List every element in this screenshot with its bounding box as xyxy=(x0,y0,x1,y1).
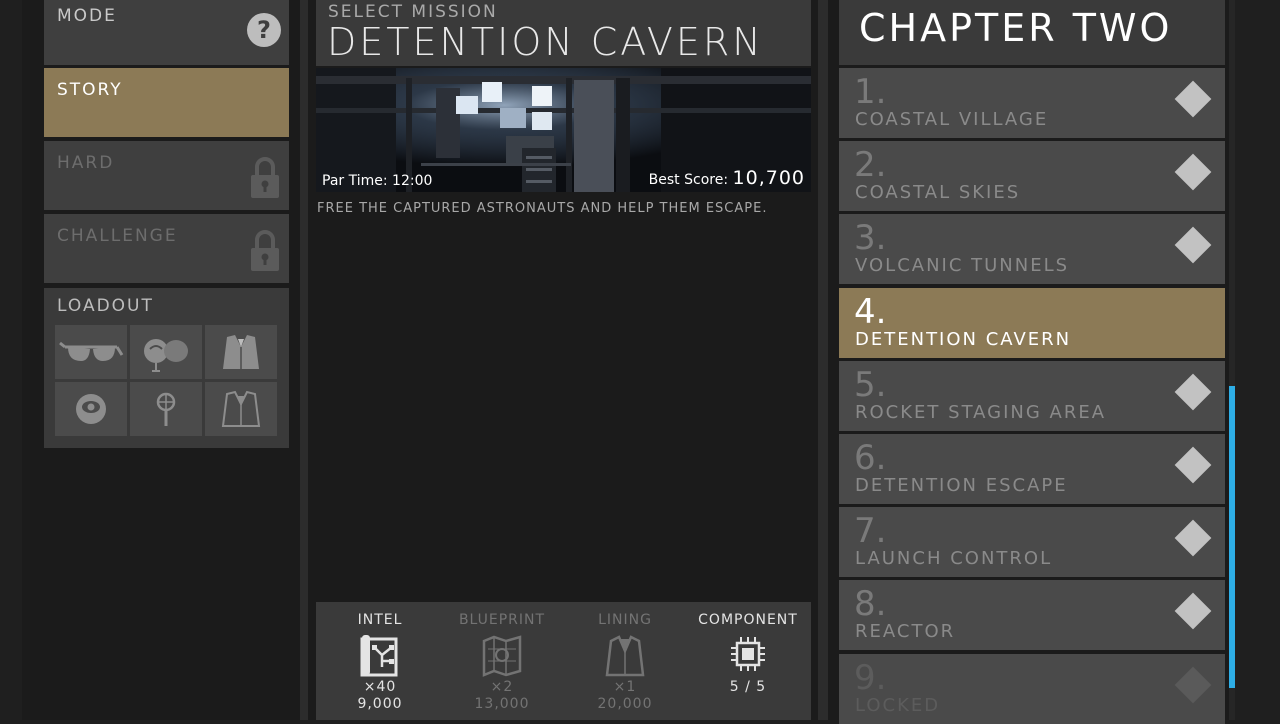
mission-title: DETENTION CAVERN xyxy=(327,20,764,64)
mission-number: 1. xyxy=(854,72,887,112)
loadout-slot-glasses[interactable] xyxy=(55,325,127,379)
mission-title-label: LAUNCH CONTROL xyxy=(855,548,1053,569)
mode-option-label: HARD xyxy=(57,153,115,173)
collectible-count: ×1 xyxy=(613,679,637,695)
best-score-value: 10,700 xyxy=(732,167,805,189)
loadout-slot-suit[interactable] xyxy=(205,325,277,379)
collectible-score: 20,000 xyxy=(597,696,653,712)
chip-icon xyxy=(731,637,765,671)
loadout-slot-eye[interactable] xyxy=(55,382,127,436)
loadout-slot-grapple[interactable] xyxy=(130,382,202,436)
diamond-icon xyxy=(1174,666,1212,704)
loadout-slot-lining[interactable] xyxy=(205,382,277,436)
mission-preview-image: Par Time: 12:00 Best Score: 10,700 xyxy=(316,68,811,192)
mission-number: 4. xyxy=(854,292,887,332)
mission-number: 6. xyxy=(854,438,887,478)
mission-title-label: COASTAL VILLAGE xyxy=(855,109,1049,130)
lock-icon xyxy=(251,157,279,198)
best-score: Best Score: 10,700 xyxy=(649,167,805,189)
mission-title-label: DETENTION ESCAPE xyxy=(855,475,1068,496)
loadout-panel: LOADOUT xyxy=(44,288,289,448)
suit-lining-icon xyxy=(221,390,261,427)
grapple-icon xyxy=(156,392,176,426)
glasses-icon xyxy=(59,341,124,361)
mission-title-label: ROCKET STAGING AREA xyxy=(855,402,1107,423)
mission-number: 2. xyxy=(854,145,887,185)
mode-panel: MODE ? xyxy=(44,0,289,65)
best-score-label: Best Score: xyxy=(648,172,729,188)
collectible-name: LINING xyxy=(598,612,652,628)
mission-number: 7. xyxy=(854,511,887,551)
chapter-header: CHAPTER TWO xyxy=(839,0,1225,65)
blueprint-icon xyxy=(482,635,522,677)
loadout-slot-gadget[interactable] xyxy=(130,325,202,379)
mission-header: SELECT MISSION DETENTION CAVERN xyxy=(316,0,811,66)
collectible-intel: INTEL ×40 9,000 xyxy=(318,602,442,720)
diamond-icon xyxy=(1174,446,1212,484)
mission-title-label: COASTAL SKIES xyxy=(855,182,1021,203)
lining-icon xyxy=(605,635,645,677)
mission-title-label: REACTOR xyxy=(855,621,956,642)
mission-item-3[interactable]: 3. VOLCANIC TUNNELS xyxy=(839,214,1225,284)
par-time: Par Time: 12:00 xyxy=(322,173,432,189)
gadget-balls-icon xyxy=(144,339,188,372)
mission-item-5[interactable]: 5. ROCKET STAGING AREA xyxy=(839,361,1225,431)
mission-number: 9. xyxy=(854,658,887,698)
par-time-label: Par Time: xyxy=(322,173,388,189)
par-time-value: 12:00 xyxy=(392,173,433,189)
select-mission-label: SELECT MISSION xyxy=(328,2,498,22)
mission-number: 8. xyxy=(854,584,887,624)
mode-option-challenge[interactable]: CHALLENGE xyxy=(44,214,289,283)
collectible-component: COMPONENT 5 / 5 xyxy=(686,602,810,720)
mission-item-4[interactable]: 4. DETENTION CAVERN xyxy=(839,288,1225,358)
collectible-blueprint: BLUEPRINT ×2 13,000 xyxy=(440,602,564,720)
mission-item-8[interactable]: 8. REACTOR xyxy=(839,580,1225,650)
collectible-score: 9,000 xyxy=(357,696,403,712)
lock-icon xyxy=(251,230,279,271)
intel-icon xyxy=(360,635,398,677)
mission-description: FREE THE CAPTURED ASTRONAUTS AND HELP TH… xyxy=(317,201,768,216)
mode-title: MODE xyxy=(57,6,117,26)
mission-number: 3. xyxy=(854,218,887,258)
diamond-icon xyxy=(1174,519,1212,557)
chapter-title: CHAPTER TWO xyxy=(859,6,1173,50)
mission-title-label: DETENTION CAVERN xyxy=(855,329,1072,350)
mission-title-label: VOLCANIC TUNNELS xyxy=(855,255,1070,276)
collectible-name: BLUEPRINT xyxy=(458,612,546,628)
diamond-icon xyxy=(1174,80,1212,118)
collectibles-panel: INTEL ×40 9,000 BLUEPRINT ×2 13,000 LINI… xyxy=(316,602,811,720)
mode-option-hard[interactable]: HARD xyxy=(44,141,289,210)
mission-title-label: LOCKED xyxy=(855,695,941,716)
collectible-lining: LINING ×1 20,000 xyxy=(563,602,687,720)
collectible-score: 13,000 xyxy=(474,696,530,712)
mission-item-2[interactable]: 2. COASTAL SKIES xyxy=(839,141,1225,211)
diamond-icon xyxy=(1174,373,1212,411)
suit-icon xyxy=(223,335,259,369)
mission-item-7[interactable]: 7. LAUNCH CONTROL xyxy=(839,507,1225,577)
mission-item-9[interactable]: 9. LOCKED xyxy=(839,654,1225,724)
mode-option-label: STORY xyxy=(57,80,123,100)
mission-item-6[interactable]: 6. DETENTION ESCAPE xyxy=(839,434,1225,504)
collectible-name: INTEL xyxy=(357,612,403,628)
diamond-icon xyxy=(1174,592,1212,630)
mode-option-story[interactable]: STORY xyxy=(44,68,289,137)
mission-number: 5. xyxy=(854,365,887,405)
mission-item-1[interactable]: 1. COASTAL VILLAGE xyxy=(839,68,1225,138)
collectible-count: 5 / 5 xyxy=(729,679,767,695)
scrollbar-thumb[interactable] xyxy=(1229,386,1235,688)
diamond-icon xyxy=(1174,226,1212,264)
loadout-title: LOADOUT xyxy=(57,296,154,316)
collectible-count: ×40 xyxy=(363,679,397,695)
collectible-name: COMPONENT xyxy=(698,612,798,628)
diamond-icon xyxy=(1174,153,1212,191)
question-icon[interactable]: ? xyxy=(247,13,281,47)
eye-disc-icon xyxy=(76,394,106,424)
mode-option-label: CHALLENGE xyxy=(57,226,178,246)
collectible-count: ×2 xyxy=(490,679,514,695)
